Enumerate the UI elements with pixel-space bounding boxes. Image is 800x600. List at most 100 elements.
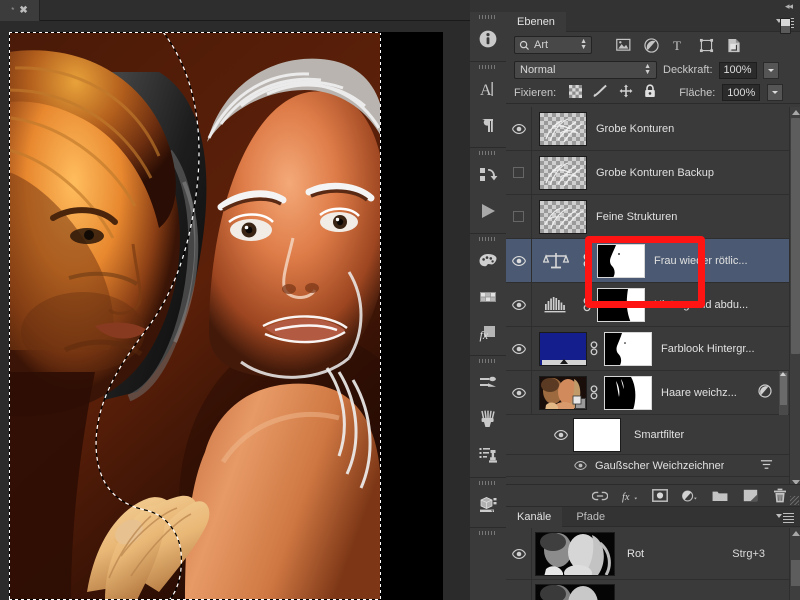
add-mask-icon[interactable] xyxy=(652,488,668,504)
lock-image-icon[interactable] xyxy=(593,84,608,101)
new-layer-icon[interactable] xyxy=(742,488,758,504)
channel-visibility-toggle[interactable] xyxy=(506,528,532,580)
filter-kind-select[interactable]: Art ▲ ▼ xyxy=(514,36,592,54)
rail-grip[interactable] xyxy=(470,148,506,157)
opacity-value[interactable]: 100% xyxy=(718,61,757,79)
color-palette-icon[interactable] xyxy=(470,243,506,279)
filter-blending-options-icon[interactable] xyxy=(759,458,774,474)
brush-icon[interactable] xyxy=(470,401,506,437)
layer-row[interactable]: Grobe Konturen Backup xyxy=(506,150,800,195)
smart-filter-name[interactable]: Gaußscher Weichzeichner xyxy=(595,460,724,472)
paragraph-icon[interactable] xyxy=(470,107,506,143)
color-balance-adjustment-icon[interactable] xyxy=(532,250,580,272)
panel-resize-grip[interactable] xyxy=(790,496,799,505)
fill-stepper[interactable] xyxy=(767,84,784,101)
layer-visibility-toggle[interactable] xyxy=(506,326,532,371)
layer-name[interactable]: Haare weichz... xyxy=(661,387,737,399)
blend-mode-select[interactable]: Normal ▲ ▼ xyxy=(514,61,657,79)
tab-ebenen[interactable]: Ebenen xyxy=(506,12,566,32)
rail-grip[interactable] xyxy=(470,478,506,487)
scrollbar-thumb[interactable] xyxy=(791,560,800,586)
history-icon[interactable] xyxy=(470,157,506,193)
layer-thumbnail[interactable] xyxy=(539,375,587,410)
swatches-icon[interactable] xyxy=(470,279,506,315)
scrollbar-thumb[interactable] xyxy=(791,118,800,354)
layer-name[interactable]: Hintergrund abdu... xyxy=(654,299,748,311)
smart-filter-mask-thumbnail[interactable] xyxy=(573,417,621,452)
layer-thumbnail[interactable] xyxy=(539,111,587,146)
layer-visibility-toggle[interactable] xyxy=(506,107,532,151)
channel-thumbnail[interactable] xyxy=(535,531,615,576)
lock-transparency-icon[interactable] xyxy=(569,84,583,101)
new-adjustment-icon[interactable] xyxy=(682,488,698,504)
updown-arrows-icon[interactable]: ▲ ▼ xyxy=(580,38,587,51)
close-icon[interactable]: ✖ xyxy=(19,5,27,16)
channel-list-scrollbar[interactable] xyxy=(789,528,800,600)
layer-visibility-toggle[interactable] xyxy=(506,194,532,239)
layer-name[interactable]: Grobe Konturen xyxy=(596,123,674,135)
levels-adjustment-icon[interactable] xyxy=(532,295,580,315)
rail-grip[interactable] xyxy=(470,62,506,71)
clone-source-icon[interactable] xyxy=(470,437,506,473)
layer-thumbnail[interactable] xyxy=(539,331,587,366)
layer-style-fx-icon[interactable]: fx xyxy=(622,488,638,504)
eye-icon[interactable] xyxy=(512,388,526,398)
link-mask-icon[interactable] xyxy=(587,385,601,400)
channel-name[interactable]: Rot xyxy=(627,548,644,560)
eye-icon[interactable] xyxy=(574,461,587,470)
scroll-up-arrow-icon[interactable] xyxy=(792,531,800,536)
layer-list[interactable]: Grobe Konturen Grobe Konturen Backup Fei… xyxy=(506,107,800,488)
layer-row[interactable]: Feine Strukturen xyxy=(506,194,800,239)
layer-mask-thumbnail[interactable] xyxy=(597,243,645,278)
link-layers-icon[interactable] xyxy=(592,488,608,504)
layer-list-scrollbar[interactable] xyxy=(789,107,800,488)
actions-play-icon[interactable] xyxy=(470,193,506,229)
eye-off-icon[interactable] xyxy=(513,211,524,222)
eye-icon[interactable] xyxy=(512,549,526,559)
layer-name[interactable]: Feine Strukturen xyxy=(596,211,677,223)
link-mask-icon[interactable] xyxy=(580,253,594,268)
layer-mask-thumbnail[interactable] xyxy=(597,287,645,322)
fill-value[interactable]: 100% xyxy=(722,84,761,101)
lock-all-icon[interactable] xyxy=(644,84,656,101)
smart-filter-indicator-icon[interactable] xyxy=(758,384,772,401)
smart-object-inner-scrollbar[interactable] xyxy=(779,371,788,415)
delete-layer-icon[interactable] xyxy=(772,488,788,504)
eye-icon[interactable] xyxy=(512,300,526,310)
tab-pfade[interactable]: Pfade xyxy=(565,507,616,527)
updown-arrows-icon[interactable]: ▲ ▼ xyxy=(644,63,651,76)
layer-row-selected[interactable]: Frau wieder rötlic... xyxy=(506,238,800,283)
type-layer-filter-icon[interactable]: T xyxy=(672,38,686,52)
lock-position-icon[interactable] xyxy=(619,84,633,101)
eye-icon[interactable] xyxy=(512,344,526,354)
panel-menu-icon[interactable] xyxy=(776,511,794,523)
layer-mask-thumbnail[interactable] xyxy=(604,331,652,366)
3d-icon[interactable] xyxy=(470,487,506,523)
tab-kanaele[interactable]: Kanäle xyxy=(506,507,563,527)
smart-filter-entry-row[interactable]: Gaußscher Weichzeichner xyxy=(506,455,800,477)
layer-mask-thumbnail[interactable] xyxy=(604,375,652,410)
channel-row[interactable] xyxy=(506,579,800,600)
layer-name[interactable]: Farblook Hintergr... xyxy=(661,343,755,355)
smart-filter-row[interactable]: Smartfilter xyxy=(506,415,800,455)
eye-icon[interactable] xyxy=(512,124,526,134)
shape-layer-filter-icon[interactable] xyxy=(699,38,714,53)
rail-grip[interactable] xyxy=(470,528,506,537)
collapse-arrows-icon[interactable]: ◂◂ xyxy=(785,1,793,12)
layer-row[interactable]: Haare weichz... xyxy=(506,370,800,415)
scroll-up-arrow-icon[interactable] xyxy=(792,110,800,115)
link-mask-icon[interactable] xyxy=(587,341,601,356)
channel-row[interactable]: Rot Strg+3 xyxy=(506,528,800,580)
character-icon[interactable]: A xyxy=(470,71,506,107)
layer-row[interactable]: Grobe Konturen xyxy=(506,107,800,151)
layer-visibility-toggle[interactable] xyxy=(506,282,532,327)
document-tab[interactable]: * ✖ xyxy=(0,0,40,21)
brush-preset-icon[interactable] xyxy=(470,365,506,401)
eye-off-icon[interactable] xyxy=(513,167,524,178)
opacity-stepper[interactable] xyxy=(762,61,779,79)
channel-visibility-toggle[interactable] xyxy=(506,579,532,600)
rail-grip[interactable] xyxy=(470,234,506,243)
layer-name[interactable]: Grobe Konturen Backup xyxy=(596,167,714,179)
eye-icon[interactable] xyxy=(512,256,526,266)
canvas-viewport[interactable] xyxy=(0,21,470,600)
